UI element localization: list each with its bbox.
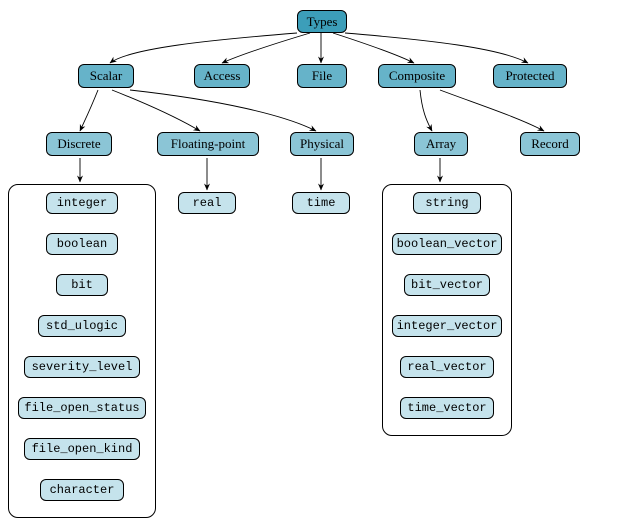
leaf-real-vector: real_vector (400, 356, 494, 378)
leaf-time-vector: time_vector (400, 397, 494, 419)
leaf-integer-vector: integer_vector (392, 315, 502, 337)
leaf-file-open-kind: file_open_kind (24, 438, 140, 460)
sub-physical: Physical (290, 132, 354, 156)
root-node: Types (297, 10, 347, 33)
leaf-time: time (292, 192, 350, 214)
leaf-string: string (413, 192, 481, 214)
leaf-character: character (40, 479, 124, 501)
leaf-boolean: boolean (46, 233, 118, 255)
leaf-boolean-vector: boolean_vector (392, 233, 502, 255)
sub-record: Record (520, 132, 580, 156)
cat-scalar: Scalar (78, 64, 134, 88)
leaf-std-ulogic: std_ulogic (38, 315, 126, 337)
leaf-bit-vector: bit_vector (404, 274, 490, 296)
cat-composite: Composite (378, 64, 456, 88)
leaf-integer: integer (46, 192, 118, 214)
cat-access: Access (194, 64, 250, 88)
sub-array: Array (414, 132, 468, 156)
sub-discrete: Discrete (46, 132, 112, 156)
leaf-bit: bit (56, 274, 108, 296)
cat-file: File (297, 64, 347, 88)
sub-floating: Floating-point (157, 132, 259, 156)
leaf-real: real (178, 192, 236, 214)
leaf-severity-level: severity_level (24, 356, 140, 378)
leaf-file-open-status: file_open_status (18, 397, 146, 419)
cat-protected: Protected (493, 64, 567, 88)
